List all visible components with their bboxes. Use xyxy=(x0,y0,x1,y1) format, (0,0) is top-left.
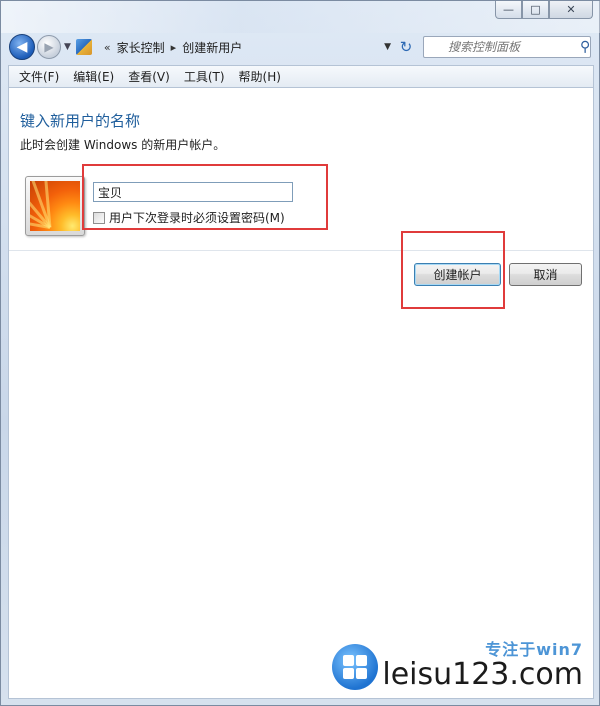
history-dropdown-icon[interactable]: ▼ xyxy=(64,42,71,52)
navigation-bar: ◀ ▶ ▼ « 家长控制 ▸ 创建新用户 ▼ ↻ ⚲ xyxy=(9,33,591,61)
watermark-brand: leisu123.com xyxy=(382,657,583,692)
back-button[interactable]: ◀ xyxy=(9,34,35,60)
search-icon[interactable]: ⚲ xyxy=(580,39,590,55)
caption-buttons: — □ ✕ xyxy=(495,1,593,19)
menu-help[interactable]: 帮助(H) xyxy=(233,67,287,87)
breadcrumb-overflow-icon[interactable]: « xyxy=(104,41,111,54)
page-title: 键入新用户的名称 xyxy=(20,112,141,130)
cancel-button[interactable]: 取消 xyxy=(509,263,582,286)
breadcrumb-arrow-icon[interactable]: ▸ xyxy=(171,41,177,54)
minimize-button[interactable]: — xyxy=(495,1,522,19)
content-pane: 键入新用户的名称 此时会创建 Windows 的新用户帐户。 用户下次登录时必须… xyxy=(8,87,594,699)
forward-button[interactable]: ▶ xyxy=(37,35,61,59)
user-avatar xyxy=(25,176,85,236)
menu-view[interactable]: 查看(V) xyxy=(122,67,176,87)
windows-logo-icon xyxy=(332,644,379,690)
highlight-box-create xyxy=(401,231,505,309)
divider xyxy=(9,250,593,251)
menu-file[interactable]: 文件(F) xyxy=(13,67,65,87)
address-dropdown-icon[interactable]: ▼ xyxy=(384,42,391,52)
page-description: 此时会创建 Windows 的新用户帐户。 xyxy=(20,138,226,152)
flower-picture-icon xyxy=(30,181,80,231)
close-button[interactable]: ✕ xyxy=(549,1,593,19)
menu-bar: 文件(F) 编辑(E) 查看(V) 工具(T) 帮助(H) xyxy=(8,65,594,87)
breadcrumb: « 家长控制 ▸ 创建新用户 ▼ xyxy=(98,36,397,58)
control-panel-icon xyxy=(75,39,92,55)
refresh-icon[interactable]: ↻ xyxy=(397,38,415,56)
breadcrumb-item-create-user[interactable]: 创建新用户 xyxy=(182,39,242,56)
breadcrumb-item-parental-controls[interactable]: 家长控制 xyxy=(117,39,165,56)
watermark: 专注于win7 leisu123.com xyxy=(332,636,583,690)
menu-edit[interactable]: 编辑(E) xyxy=(67,67,120,87)
highlight-box-name xyxy=(82,164,328,230)
maximize-button[interactable]: □ xyxy=(522,1,549,19)
window-frame: — □ ✕ ◀ ▶ ▼ « 家长控制 ▸ 创建新用户 ▼ ↻ ⚲ 文件(F) 编… xyxy=(0,0,600,706)
search-box[interactable]: ⚲ xyxy=(423,36,591,58)
menu-tools[interactable]: 工具(T) xyxy=(178,67,231,87)
search-input[interactable] xyxy=(446,39,580,55)
